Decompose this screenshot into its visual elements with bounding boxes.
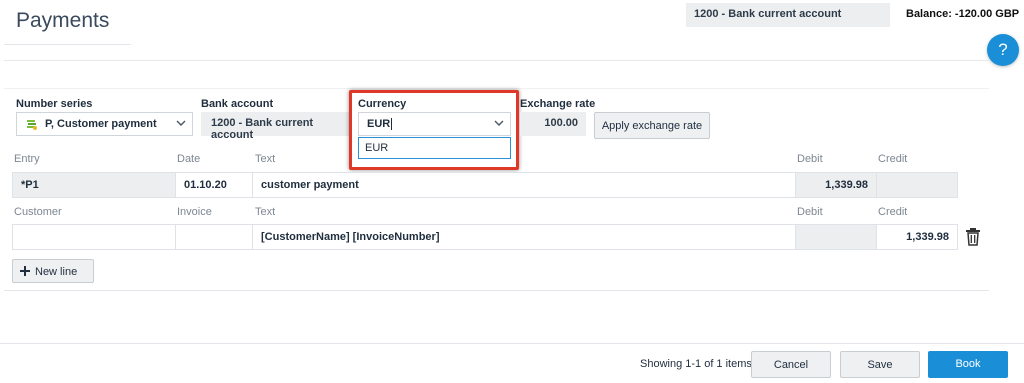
pagination-status: Showing 1-1 of 1 items — [640, 358, 752, 370]
exchange-rate-field[interactable]: 100.00 — [520, 112, 586, 136]
invoice-cell[interactable] — [175, 224, 253, 250]
footer-divider — [0, 343, 1024, 344]
help-icon: ? — [998, 40, 1008, 59]
col-header-debit: Debit — [797, 153, 823, 165]
exchange-rate-label: Exchange rate — [520, 98, 596, 110]
new-line-label: New line — [35, 266, 78, 278]
col-header-text: Text — [255, 153, 276, 165]
currency-label: Currency — [358, 98, 407, 110]
col-header-date: Date — [177, 153, 201, 165]
save-button[interactable]: Save — [840, 351, 920, 378]
col-header-invoice: Invoice — [177, 206, 212, 218]
apply-exchange-rate-button[interactable]: Apply exchange rate — [594, 112, 710, 139]
credit-cell — [876, 172, 958, 198]
col-header-credit: Credit — [878, 206, 908, 218]
currency-select[interactable]: EUR — [358, 112, 511, 136]
balance-label: Balance: -120.00 GBP — [906, 8, 1020, 20]
col-header-entry: Entry — [14, 153, 40, 165]
chevron-down-icon — [176, 118, 186, 128]
divider — [4, 290, 989, 291]
new-line-button[interactable]: New line — [12, 259, 94, 283]
entry-cell: *P1 — [12, 172, 176, 198]
divider — [4, 88, 989, 89]
header-account: 1200 - Bank current account — [686, 3, 890, 27]
debit-cell: 1,339.98 — [795, 172, 877, 198]
number-series-value: P, Customer payment — [45, 118, 157, 130]
bank-account-label: Bank account — [201, 98, 274, 110]
line-text-cell[interactable]: [CustomerName] [InvoiceNumber] — [252, 224, 796, 250]
trash-icon[interactable] — [965, 228, 981, 249]
col-header-text: Text — [255, 206, 276, 218]
customer-cell[interactable] — [12, 224, 176, 250]
number-series-label: Number series — [16, 98, 93, 110]
book-button[interactable]: Book — [928, 351, 1008, 378]
title-divider — [4, 44, 131, 45]
line-debit-cell — [795, 224, 877, 250]
customer-payment-icon — [25, 118, 38, 134]
cancel-button[interactable]: Cancel — [751, 351, 831, 378]
col-header-credit: Credit — [878, 153, 908, 165]
date-cell[interactable]: 01.10.20 — [175, 172, 253, 198]
currency-value: EUR — [367, 118, 391, 130]
page-title: Payments — [16, 9, 110, 32]
text-cell[interactable]: customer payment — [252, 172, 796, 198]
chevron-down-icon — [494, 118, 504, 128]
plus-icon — [20, 266, 30, 279]
help-button[interactable]: ? — [987, 34, 1019, 66]
bank-account-field: 1200 - Bank current account — [201, 112, 353, 141]
line-credit-cell[interactable]: 1,339.98 — [876, 224, 958, 250]
currency-option-eur[interactable]: EUR — [358, 137, 511, 159]
number-series-select[interactable]: P, Customer payment — [16, 112, 193, 136]
divider — [4, 60, 989, 61]
col-header-debit: Debit — [797, 206, 823, 218]
col-header-customer: Customer — [14, 206, 62, 218]
